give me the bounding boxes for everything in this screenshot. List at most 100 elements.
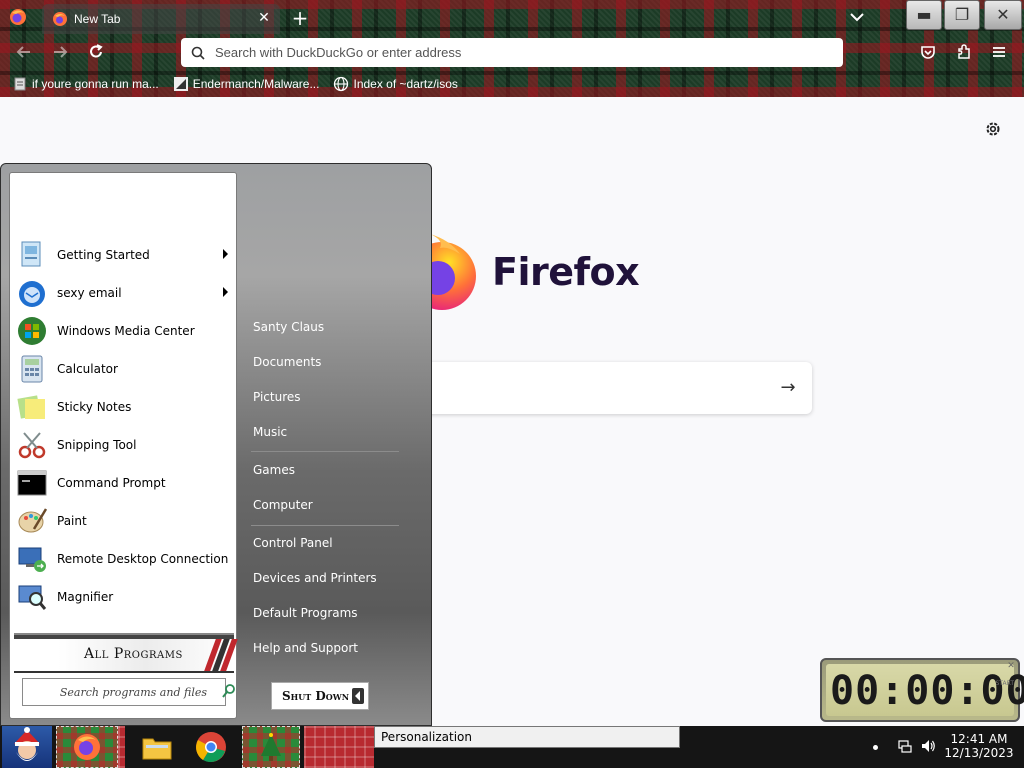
snipping-tool-icon <box>18 432 46 459</box>
search-icon <box>191 46 205 60</box>
arrow-right-icon[interactable]: → <box>778 378 798 398</box>
timer-face: 00:00:00 <box>826 664 1024 716</box>
taskbar-separator <box>118 726 125 768</box>
new-tab-button[interactable]: + <box>290 8 310 28</box>
close-tab-icon[interactable]: ✕ <box>256 10 272 26</box>
firefox-icon <box>74 734 100 760</box>
start-search-box[interactable] <box>22 678 235 706</box>
start-search-input[interactable] <box>27 682 207 702</box>
thunderbird-icon <box>19 281 45 307</box>
back-arrow-icon[interactable] <box>14 42 34 62</box>
program-label: Getting Started <box>57 248 150 262</box>
minimize-button[interactable]: ▬ <box>906 0 942 30</box>
extensions-icon[interactable] <box>955 43 973 61</box>
folder-icon <box>142 738 172 760</box>
submenu-arrow-icon <box>223 249 228 259</box>
firefox-menu-icon[interactable] <box>8 7 28 27</box>
hamburger-menu-icon[interactable] <box>990 43 1008 61</box>
network-icon[interactable] <box>897 738 913 754</box>
tab-title: New Tab <box>74 12 121 26</box>
media-center-icon <box>18 317 46 345</box>
address-bar[interactable] <box>181 38 843 67</box>
link-devices-and-printers[interactable]: Devices and Printers <box>253 571 377 585</box>
link-default-programs[interactable]: Default Programs <box>253 606 358 620</box>
program-label: sexy email <box>57 286 122 300</box>
browser-toolbar: New Tab ✕ + ▬ ❐ ✕ Search with DuckDuckGo… <box>0 0 1024 97</box>
link-music[interactable]: Music <box>253 425 287 439</box>
bookmark-item[interactable]: if youre gonna run ma... <box>12 76 159 92</box>
firefox-wordmark: Firefox <box>492 250 640 294</box>
link-control-panel[interactable]: Control Panel <box>253 536 333 550</box>
program-label: Command Prompt <box>57 476 166 490</box>
close-icon[interactable]: ✕ <box>1006 661 1016 671</box>
taskbar-christmas-app[interactable] <box>242 726 300 768</box>
start-menu: Getting Started sexy email Windows Media… <box>0 163 432 726</box>
script-icon <box>14 77 26 91</box>
program-label: Remote Desktop Connection <box>57 552 229 566</box>
action-center-icon[interactable] <box>855 732 871 762</box>
tab-new-tab[interactable]: New Tab ✕ <box>42 4 280 34</box>
bookmarks-bar: if youre gonna run ma... Endermanch/Malw… <box>0 72 460 96</box>
program-label: Snipping Tool <box>57 438 137 452</box>
program-snipping-tool[interactable]: Snipping Tool <box>16 427 234 463</box>
globe-icon <box>334 76 349 92</box>
link-games[interactable]: Games <box>253 463 295 477</box>
shutdown-button[interactable]: Shut Down <box>271 682 369 710</box>
calculator-icon <box>21 355 43 383</box>
taskbar-firefox[interactable] <box>56 726 118 768</box>
volume-icon[interactable] <box>920 738 936 754</box>
pocket-icon[interactable] <box>919 43 937 61</box>
shutdown-label: Shut Down <box>282 689 350 703</box>
sticky-notes-icon <box>17 395 45 419</box>
github-icon <box>173 77 188 91</box>
timer-gadget: 00:00:00 ✕ START <box>820 658 1024 722</box>
timer-start-button[interactable]: START <box>995 680 1014 687</box>
santa-icon <box>14 727 40 761</box>
forward-arrow-icon[interactable] <box>50 42 70 62</box>
link-documents[interactable]: Documents <box>253 355 321 369</box>
program-sticky-notes[interactable]: Sticky Notes <box>16 389 234 425</box>
program-magnifier[interactable]: Magnifier <box>16 579 234 615</box>
start-button[interactable] <box>2 726 52 768</box>
program-paint[interactable]: Paint <box>16 503 234 539</box>
link-computer[interactable]: Computer <box>253 498 313 512</box>
chrome-icon <box>196 732 226 763</box>
close-window-button[interactable]: ✕ <box>984 0 1022 30</box>
program-label: Magnifier <box>57 590 114 604</box>
program-sexy-email[interactable]: sexy email <box>16 275 234 311</box>
program-command-prompt[interactable]: Command Prompt <box>16 465 234 501</box>
taskbar-plaid-app[interactable] <box>304 726 374 768</box>
bookmark-label: if youre gonna run ma... <box>32 77 159 91</box>
shutdown-options-icon[interactable] <box>352 688 364 704</box>
link-santy-claus[interactable]: Santy Claus <box>253 320 324 334</box>
getting-started-icon <box>21 241 41 267</box>
reload-icon[interactable] <box>86 42 106 62</box>
program-windows-media-center[interactable]: Windows Media Center <box>16 313 234 349</box>
bookmark-item[interactable]: Index of ~dartz/isos <box>333 76 458 92</box>
search-icon <box>222 684 235 698</box>
firefox-tab-icon <box>53 12 67 26</box>
bookmark-item[interactable]: Endermanch/Malware... <box>173 76 319 92</box>
link-pictures[interactable]: Pictures <box>253 390 301 404</box>
taskbar-chrome[interactable] <box>190 726 232 768</box>
menu-separator <box>251 525 399 526</box>
link-help-and-support[interactable]: Help and Support <box>253 641 358 655</box>
all-programs-stripe <box>14 635 234 639</box>
menu-separator <box>251 451 399 452</box>
program-remote-desktop[interactable]: Remote Desktop Connection <box>16 541 234 577</box>
taskbar-explorer[interactable] <box>128 726 186 768</box>
gear-icon[interactable] <box>984 120 1002 138</box>
tray-indicator <box>873 745 878 750</box>
tooltip: Personalization <box>374 726 680 748</box>
clock[interactable]: 12:41 AM 12/13/2023 <box>944 732 1014 760</box>
newtab-search-box[interactable]: → <box>400 362 812 414</box>
restore-button[interactable]: ❐ <box>944 0 980 30</box>
program-getting-started[interactable]: Getting Started <box>16 237 234 273</box>
all-programs-button[interactable]: All Programs <box>14 633 238 673</box>
url-input[interactable] <box>215 45 815 60</box>
magnifier-icon <box>18 585 47 610</box>
program-calculator[interactable]: Calculator <box>16 351 234 387</box>
program-label: Calculator <box>57 362 118 376</box>
program-label: Windows Media Center <box>57 324 195 338</box>
chevron-down-icon[interactable] <box>848 9 866 25</box>
